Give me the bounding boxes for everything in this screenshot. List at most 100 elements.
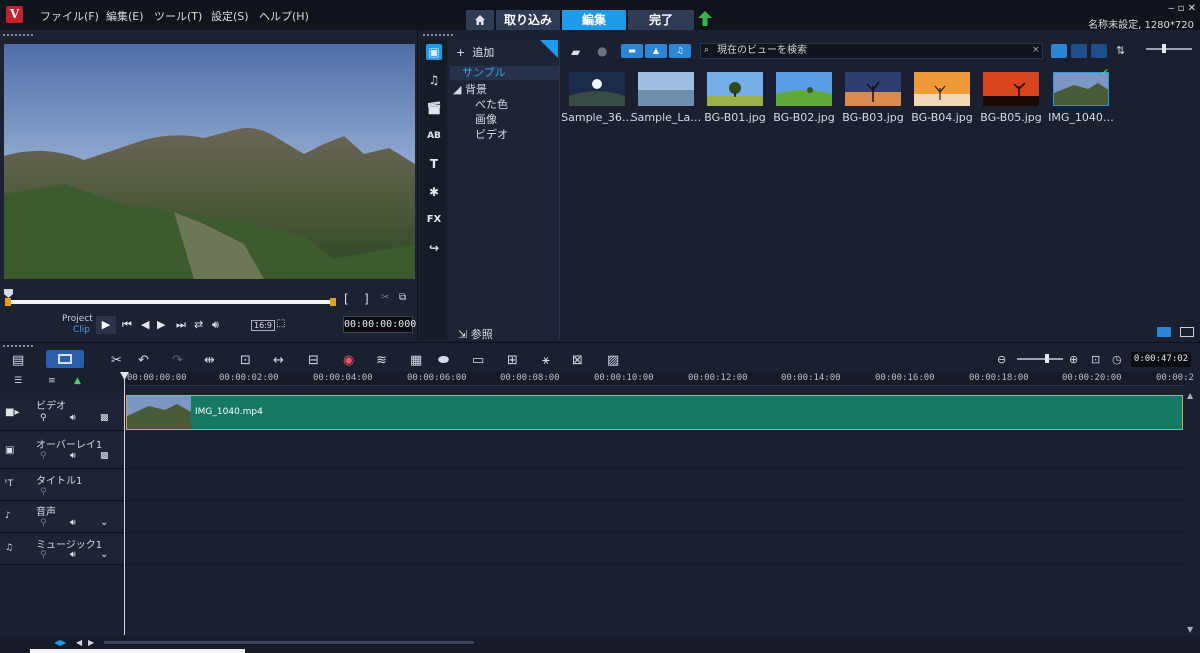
- mute-icon[interactable]: 🔊︎: [70, 518, 76, 528]
- subtitle-icon[interactable]: ▭: [472, 353, 484, 368]
- crop-icon[interactable]: ⬚: [276, 318, 285, 329]
- expand-icon[interactable]: ⊟: [308, 353, 319, 368]
- overlay-track-area[interactable]: [125, 431, 1185, 469]
- enlarge-icon[interactable]: ⧉: [399, 292, 406, 303]
- library-grip[interactable]: [423, 34, 453, 38]
- scroll-right-icon[interactable]: ▶: [88, 638, 94, 647]
- color-grading-icon[interactable]: ▨: [607, 353, 619, 368]
- mark-out-button[interactable]: ]: [364, 292, 369, 306]
- thumbnail-bg-b03[interactable]: [845, 72, 901, 106]
- mask-icon[interactable]: ⊠: [572, 353, 583, 368]
- track-manager-icon[interactable]: ☰: [14, 376, 22, 386]
- timeline-view-button[interactable]: [46, 350, 84, 368]
- upload-icon[interactable]: [698, 11, 712, 27]
- menu-settings[interactable]: 設定(S): [211, 8, 249, 24]
- thumbnail-bg-b05[interactable]: [983, 72, 1039, 106]
- thumbnail-size-thumb[interactable]: [1162, 44, 1166, 53]
- menu-file[interactable]: ファイル(F): [40, 8, 99, 24]
- project-mode-label[interactable]: Project: [62, 314, 93, 324]
- timeline-playhead[interactable]: [124, 372, 125, 635]
- mute-icon[interactable]: 🔊︎: [70, 550, 76, 560]
- link-icon[interactable]: ⚲: [40, 518, 47, 528]
- repeat-icon[interactable]: ⇄: [194, 318, 203, 331]
- expand-track-icon[interactable]: ⌄: [100, 549, 108, 560]
- chapter-menu-icon[interactable]: ≡: [48, 376, 56, 386]
- panel-layout-icon[interactable]: [1180, 327, 1194, 337]
- add-folder-button[interactable]: + 追加: [456, 44, 494, 60]
- ripple-edit-icon[interactable]: ▩: [100, 451, 109, 461]
- link-icon[interactable]: ⚲: [40, 413, 47, 423]
- storyboard-icon[interactable]: ▤: [12, 353, 24, 368]
- thumbnail-lake[interactable]: [638, 72, 694, 106]
- multi-trim-icon[interactable]: ⊞: [507, 353, 518, 368]
- expand-track-icon[interactable]: ⌄: [100, 517, 108, 528]
- trim-end-handle[interactable]: [330, 298, 336, 306]
- transition-icon[interactable]: AB: [426, 128, 442, 144]
- scrub-bar[interactable]: [8, 300, 334, 304]
- prev-frame-icon[interactable]: ◀︎: [141, 318, 149, 331]
- timeline-horizontal-scroll[interactable]: [104, 641, 474, 644]
- path-icon[interactable]: ↪: [426, 240, 442, 256]
- mute-icon[interactable]: 🔊︎: [70, 451, 76, 461]
- graphic-icon[interactable]: ✱: [426, 184, 442, 200]
- fit-icon[interactable]: ⇹: [204, 353, 215, 368]
- thumbnail-panorama[interactable]: [569, 72, 625, 106]
- media-icon[interactable]: ▣: [426, 44, 442, 60]
- speed-icon[interactable]: ⚹: [542, 353, 550, 368]
- sort-icon[interactable]: ⇅: [1116, 44, 1125, 57]
- mark-in-button[interactable]: [: [344, 292, 349, 306]
- trim-icon[interactable]: ⊡: [240, 353, 251, 368]
- aspect-ratio-button[interactable]: 16:9: [251, 320, 275, 331]
- auto-music-icon[interactable]: ▦: [410, 353, 422, 368]
- scroll-down-icon[interactable]: ▼: [1187, 625, 1193, 634]
- go-start-icon[interactable]: ⏮: [122, 318, 132, 332]
- grid-view-icon[interactable]: [1091, 44, 1107, 58]
- go-end-icon[interactable]: ⏭: [176, 318, 186, 332]
- browse-button[interactable]: ⇲ 参照: [458, 326, 493, 342]
- music-track-area[interactable]: [125, 534, 1185, 565]
- tree-item-sample[interactable]: サンプル: [450, 66, 559, 80]
- sound-icon[interactable]: ♫: [426, 72, 442, 88]
- home-tab[interactable]: [466, 10, 494, 30]
- menu-tools[interactable]: ツール(T): [154, 8, 202, 24]
- thumbnail-bg-b02[interactable]: [776, 72, 832, 106]
- app-logo-icon[interactable]: V: [6, 6, 23, 23]
- library-options-icon[interactable]: [1156, 327, 1171, 337]
- link-icon[interactable]: ⚲: [40, 451, 47, 461]
- tree-item-background[interactable]: ◢ 背景: [453, 81, 487, 97]
- tree-item-image[interactable]: 画像: [475, 111, 497, 127]
- ripple-edit-icon[interactable]: ▩: [100, 413, 109, 423]
- zoom-in-icon[interactable]: ⊕: [1069, 353, 1078, 366]
- zoom-out-icon[interactable]: ⊖: [997, 353, 1006, 366]
- record-capture-icon[interactable]: ◉: [343, 353, 354, 368]
- fx-icon[interactable]: FX: [426, 212, 442, 228]
- panel-grip[interactable]: [3, 34, 33, 38]
- timeline-vertical-scroll[interactable]: ▲ ▼: [1186, 391, 1196, 634]
- import-folder-icon[interactable]: ▰: [571, 45, 580, 59]
- title-icon[interactable]: T: [426, 156, 442, 172]
- next-frame-icon[interactable]: ▶︎: [157, 318, 165, 331]
- ripple-icon[interactable]: ↔: [273, 353, 284, 368]
- add-marker-icon[interactable]: ▲: [74, 376, 81, 386]
- menu-edit[interactable]: 編集(E): [106, 8, 144, 24]
- voice-track-area[interactable]: [125, 502, 1185, 533]
- motion-tracking-icon[interactable]: ⬬: [438, 353, 449, 368]
- record-icon[interactable]: ●: [597, 44, 607, 58]
- fit-timeline-icon[interactable]: ⊡: [1091, 353, 1100, 366]
- show-photo-toggle[interactable]: ▲: [645, 44, 667, 58]
- thumbnail-bg-b01[interactable]: [707, 72, 763, 106]
- timeline-clip[interactable]: [126, 395, 1183, 430]
- detail-view-icon[interactable]: [1071, 44, 1087, 58]
- tools-icon[interactable]: ✂: [111, 353, 122, 368]
- show-audio-toggle[interactable]: ♫: [669, 44, 691, 58]
- template-icon[interactable]: 🎬︎: [426, 100, 442, 116]
- audio-mixer-icon[interactable]: ≋: [376, 353, 387, 368]
- scroll-up-icon[interactable]: ▲: [1187, 391, 1193, 400]
- play-button[interactable]: ▶: [96, 316, 116, 334]
- timeline-zoom-slider[interactable]: [1017, 358, 1063, 360]
- link-icon[interactable]: ⚲: [40, 487, 47, 497]
- timeline-zoom-thumb[interactable]: [1045, 354, 1049, 363]
- redo-icon[interactable]: ↷: [172, 353, 183, 368]
- show-video-toggle[interactable]: ▬: [621, 44, 643, 58]
- timeline-grip[interactable]: [3, 345, 33, 349]
